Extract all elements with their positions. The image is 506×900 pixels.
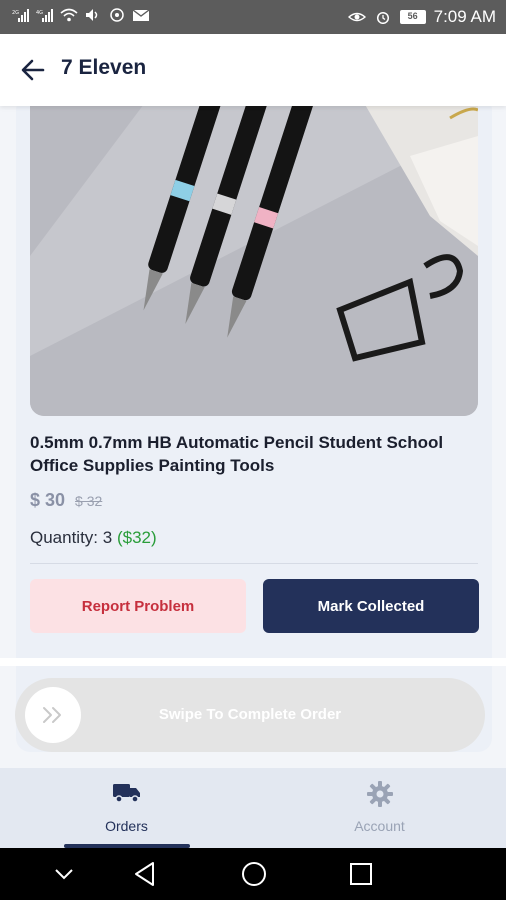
status-time: 7:09 AM [433, 7, 496, 26]
wifi-icon [60, 8, 78, 22]
back-triangle-icon[interactable] [132, 860, 158, 888]
whatsapp-icon [110, 8, 124, 22]
status-icons-right: 56 7:09 AM [347, 7, 496, 27]
volume-icon [86, 9, 98, 21]
svg-text:2G: 2G [12, 10, 19, 16]
product-image [30, 106, 478, 416]
signal-icon: 2G [12, 9, 29, 22]
quantity-row: Quantity: 3 ($32) [30, 528, 157, 548]
alarm-icon [376, 11, 389, 24]
bottom-navigation: Orders Account [0, 768, 506, 848]
product-card: 0.5mm 0.7mm HB Automatic Pencil Student … [16, 106, 492, 752]
nav-label-account: Account [354, 818, 405, 834]
nav-item-account[interactable]: Account [253, 768, 506, 848]
nav-item-orders[interactable]: Orders [0, 768, 253, 848]
swipe-to-complete-slider[interactable]: Swipe To Complete Order [15, 678, 485, 752]
nav-label-orders: Orders [105, 818, 148, 834]
product-old-price: $ 32 [75, 493, 103, 509]
divider [30, 563, 478, 564]
eye-icon [347, 12, 366, 22]
chevron-down-icon[interactable] [52, 864, 76, 884]
double-chevron-right-icon [43, 707, 61, 723]
quantity-total: ($32) [116, 528, 157, 547]
arrow-left-icon[interactable] [18, 56, 48, 84]
page-title: 7 Eleven [61, 56, 147, 79]
status-bar: 2G 4G 56 7:09 AM [0, 0, 506, 34]
product-title: 0.5mm 0.7mm HB Automatic Pencil Student … [30, 433, 444, 475]
home-circle-icon[interactable] [240, 860, 268, 888]
battery-icon: 56 [399, 10, 426, 24]
gear-icon [366, 781, 393, 807]
pencil-illustration [30, 106, 478, 416]
report-problem-button[interactable]: Report Problem [30, 579, 246, 633]
status-icons-left: 2G 4G [12, 8, 150, 22]
truck-icon [112, 784, 140, 803]
order-content: 0.5mm 0.7mm HB Automatic Pencil Student … [0, 106, 506, 768]
mark-collected-button[interactable]: Mark Collected [263, 579, 479, 633]
swipe-label: Swipe To Complete Order [158, 706, 342, 723]
price-row: $ 30 $ 32 [30, 490, 102, 511]
system-navigation-bar [0, 848, 506, 900]
app-bar: 7 Eleven [0, 34, 506, 106]
signal-icon: 4G [36, 9, 53, 22]
quantity-label: Quantity: 3 [30, 528, 113, 547]
svg-text:4G: 4G [36, 10, 43, 16]
mail-icon [132, 9, 150, 21]
product-price: $ 30 [30, 490, 66, 510]
section-separator [0, 658, 506, 666]
swipe-handle[interactable] [25, 687, 81, 743]
recents-square-icon[interactable] [348, 860, 374, 888]
